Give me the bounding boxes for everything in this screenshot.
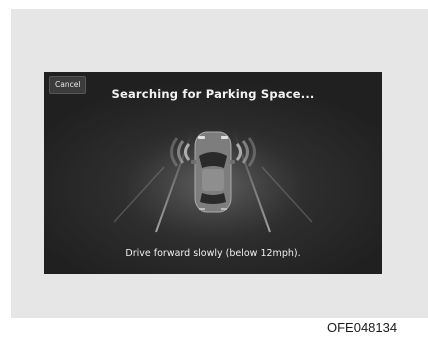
parking-assist-screen: Cancel Searching for Parking Space... Dr… <box>44 72 382 274</box>
figure-code: OFE048134 <box>327 320 398 335</box>
instruction-text: Drive forward slowly (below 12mph). <box>125 248 301 259</box>
screen-title: Searching for Parking Space... <box>111 87 315 101</box>
car-top-view-icon <box>191 131 235 213</box>
parking-illustration <box>113 122 313 242</box>
